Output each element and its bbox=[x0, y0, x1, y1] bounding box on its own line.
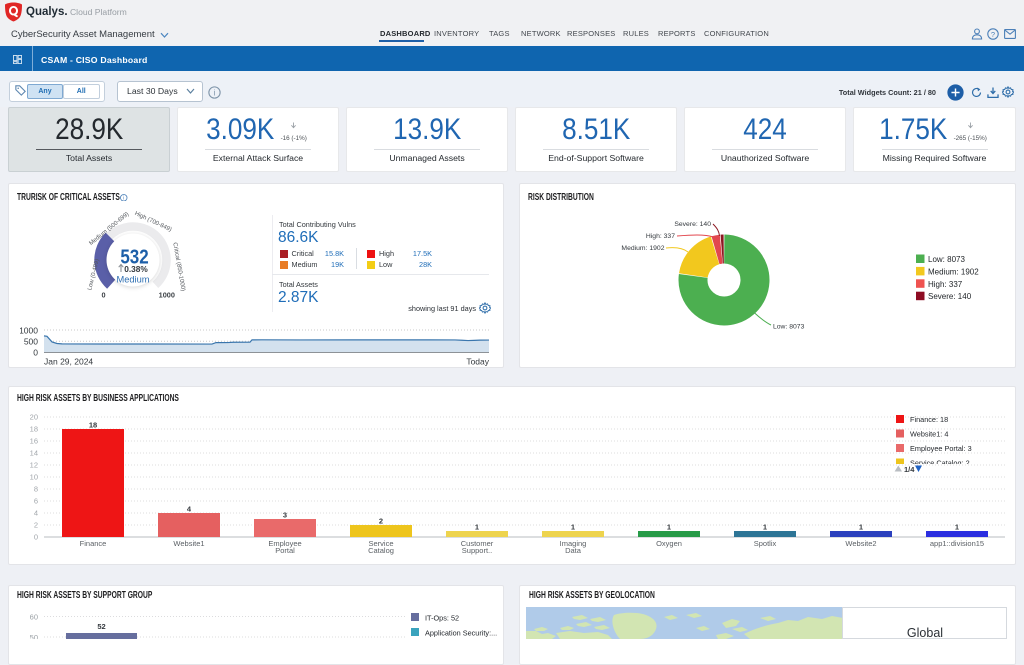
svg-text:Severe: 140: Severe: 140 bbox=[674, 221, 711, 228]
svg-text:12: 12 bbox=[30, 461, 38, 470]
svg-text:16: 16 bbox=[30, 437, 38, 446]
svg-text:1/4: 1/4 bbox=[904, 465, 915, 474]
svg-text:1: 1 bbox=[859, 523, 863, 532]
svg-text:Data: Data bbox=[565, 546, 582, 555]
svg-text:IT-Ops: 52: IT-Ops: 52 bbox=[425, 614, 459, 623]
svg-text:Medium: Medium bbox=[116, 275, 149, 285]
svg-text:1: 1 bbox=[763, 523, 767, 532]
svg-text:1: 1 bbox=[667, 523, 671, 532]
svg-text:Employee Portal: 3: Employee Portal: 3 bbox=[910, 444, 972, 453]
svg-text:Today: Today bbox=[466, 357, 489, 367]
svg-text:Severe: 140: Severe: 140 bbox=[928, 292, 972, 301]
svg-text:60: 60 bbox=[30, 613, 38, 622]
svg-text:Catalog: Catalog bbox=[368, 546, 394, 555]
svg-text:10: 10 bbox=[30, 473, 38, 482]
svg-text:High: 337: High: 337 bbox=[928, 280, 963, 289]
svg-text:Finance: Finance bbox=[80, 539, 107, 548]
svg-text:3: 3 bbox=[283, 511, 287, 520]
svg-text:2: 2 bbox=[379, 517, 383, 526]
svg-text:14: 14 bbox=[30, 449, 38, 458]
svg-text:0: 0 bbox=[34, 533, 38, 542]
svg-text:Support..: Support.. bbox=[462, 546, 492, 555]
svg-text:1000: 1000 bbox=[159, 291, 175, 300]
svg-text:0: 0 bbox=[101, 291, 105, 300]
svg-text:500: 500 bbox=[24, 337, 38, 347]
svg-text:?: ? bbox=[991, 30, 995, 39]
svg-text:Website2: Website2 bbox=[845, 539, 876, 548]
svg-text:1: 1 bbox=[475, 523, 479, 532]
svg-text:Website1: 4: Website1: 4 bbox=[910, 430, 948, 439]
svg-text:18: 18 bbox=[30, 425, 38, 434]
svg-text:2: 2 bbox=[34, 521, 38, 530]
svg-text:Spotlix: Spotlix bbox=[754, 539, 777, 548]
svg-text:Website1: Website1 bbox=[173, 539, 204, 548]
svg-text:Portal: Portal bbox=[275, 546, 295, 555]
svg-text:Global: Global bbox=[907, 626, 943, 639]
svg-text:Low: 8073: Low: 8073 bbox=[773, 324, 805, 331]
svg-text:1: 1 bbox=[571, 523, 575, 532]
svg-text:i: i bbox=[214, 88, 216, 97]
svg-text:0: 0 bbox=[33, 348, 38, 358]
svg-text:0.38%: 0.38% bbox=[124, 264, 148, 274]
svg-text:20: 20 bbox=[30, 413, 38, 422]
svg-text:8: 8 bbox=[34, 485, 38, 494]
svg-text:52: 52 bbox=[97, 622, 105, 631]
svg-text:Oxygen: Oxygen bbox=[656, 539, 682, 548]
svg-text:50: 50 bbox=[30, 633, 38, 639]
svg-text:Critical (850-1000): Critical (850-1000) bbox=[171, 242, 185, 292]
svg-text:Jan 29, 2024: Jan 29, 2024 bbox=[44, 357, 93, 367]
svg-text:Medium: 1902: Medium: 1902 bbox=[928, 267, 979, 276]
svg-text:Finance: 18: Finance: 18 bbox=[910, 415, 948, 424]
svg-text:4: 4 bbox=[34, 509, 38, 518]
svg-text:Medium: 1902: Medium: 1902 bbox=[621, 245, 664, 252]
svg-text:6: 6 bbox=[34, 497, 38, 506]
svg-text:High: 337: High: 337 bbox=[646, 233, 675, 240]
svg-text:4: 4 bbox=[187, 505, 192, 514]
svg-text:Application Security:...: Application Security:... bbox=[425, 629, 497, 638]
svg-text:app1::division15: app1::division15 bbox=[930, 539, 984, 548]
svg-text:1000: 1000 bbox=[20, 326, 38, 336]
svg-text:Low: 8073: Low: 8073 bbox=[928, 255, 965, 264]
svg-text:1: 1 bbox=[955, 523, 959, 532]
svg-text:18: 18 bbox=[89, 421, 97, 430]
